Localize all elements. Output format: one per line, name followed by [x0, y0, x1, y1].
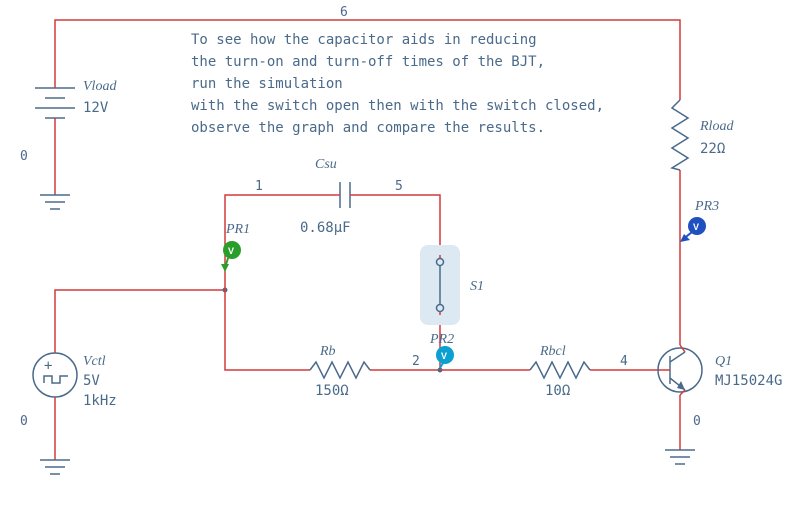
pr1-name: PR1 [225, 222, 250, 237]
vload-value: 12V [83, 100, 109, 116]
rload-resistor: Rload 22Ω [672, 100, 734, 170]
rb-value: 150Ω [315, 383, 349, 399]
s1-name: S1 [470, 279, 484, 294]
vload-ground [40, 195, 70, 209]
rbcl-resistor: Rbcl 10Ω [530, 344, 590, 399]
rbcl-name: Rbcl [539, 344, 566, 359]
node-1-label: 1 [255, 179, 263, 194]
wire-node1-to-rb [225, 290, 310, 370]
vctl-freq: 1kHz [83, 393, 117, 409]
q1-ground [665, 450, 695, 464]
pr3-probe[interactable]: PR3 V [680, 199, 719, 242]
node-6-label: 6 [340, 5, 348, 20]
pr3-type: V [693, 222, 699, 232]
q1-name: Q1 [715, 354, 732, 369]
vctl-node-0: 0 [20, 414, 28, 429]
vload-name: Vload [83, 79, 117, 94]
circuit-schematic: To see how the capacitor aids in reducin… [0, 0, 801, 509]
rload-value: 22Ω [700, 141, 725, 157]
pr1-probe[interactable]: PR1 V [221, 222, 250, 272]
pr2-probe[interactable]: PR2 V [429, 332, 454, 368]
vctl-name: Vctl [83, 354, 106, 369]
desc-line-4: with the switch open then with the switc… [191, 98, 604, 114]
q1-model: MJ15024G [715, 373, 782, 389]
rbcl-value: 10Ω [545, 383, 570, 399]
rload-name: Rload [699, 119, 734, 134]
wire-node1-to-csu [225, 195, 335, 290]
pr1-type: V [228, 246, 234, 256]
wire-vctl-to-node1 [55, 290, 225, 350]
pr2-type: V [441, 351, 447, 361]
q1-node-0: 0 [693, 414, 701, 429]
vctl-value: 5V [83, 373, 100, 389]
vctl-source: + Vctl 5V 1kHz [33, 350, 117, 409]
node-5-label: 5 [395, 179, 403, 194]
pr3-name: PR3 [694, 199, 719, 214]
rb-resistor: Rb 150Ω [310, 344, 370, 399]
vload-node-0: 0 [20, 149, 28, 164]
desc-line-2: the turn-on and turn-off times of the BJ… [191, 54, 545, 70]
rb-name: Rb [319, 344, 336, 359]
csu-capacitor: Csu 0.68µF [300, 157, 355, 236]
description-block: To see how the capacitor aids in reducin… [191, 32, 604, 136]
desc-line-1: To see how the capacitor aids in reducin… [191, 32, 537, 48]
node-4-label: 4 [620, 354, 628, 369]
csu-value: 0.68µF [300, 220, 351, 236]
pr2-name: PR2 [429, 332, 454, 347]
node-2-label: 2 [412, 354, 420, 369]
s1-switch[interactable]: S1 [420, 245, 484, 325]
q1-bjt: Q1 MJ15024G [658, 345, 782, 395]
desc-line-5: observe the graph and compare the result… [191, 120, 545, 136]
csu-name: Csu [315, 157, 337, 172]
vctl-ground [40, 460, 70, 474]
svg-text:+: + [44, 358, 52, 374]
desc-line-3: run the simulation [191, 76, 343, 92]
vload-battery: Vload 12V [35, 79, 117, 130]
